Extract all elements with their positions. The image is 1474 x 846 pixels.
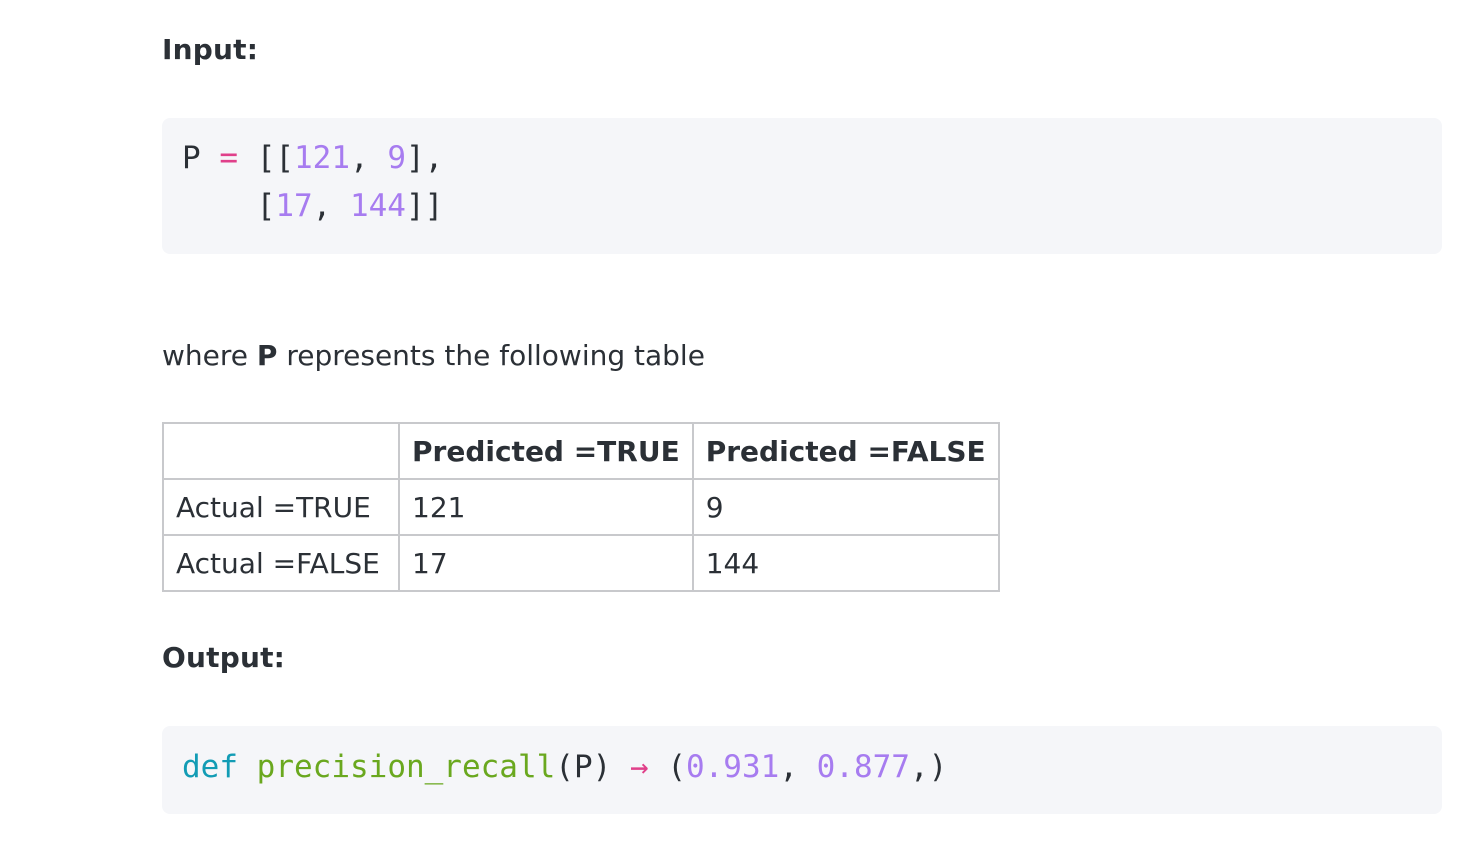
- description-text: where: [162, 339, 257, 372]
- table-header-cell: [162, 422, 400, 480]
- output-code-block: def precision_recall(P) → (0.931, 0.877,…: [162, 726, 1442, 814]
- code-separator: ,: [312, 188, 350, 224]
- table-cell: 17: [398, 534, 694, 592]
- input-heading: Input:: [162, 33, 259, 66]
- code-separator: ,: [779, 749, 817, 785]
- table-header-cell: Predicted =TRUE: [398, 422, 694, 480]
- table-cell: 121: [398, 478, 694, 536]
- table-header-row: Predicted =TRUE Predicted =FALSE: [162, 422, 1000, 480]
- code-line: def precision_recall(P) → (0.931, 0.877,…: [182, 747, 947, 787]
- table-header-cell: Predicted =FALSE: [691, 422, 1000, 480]
- code-bracket: ]]: [405, 188, 444, 224]
- code-function-name: precision_recall: [256, 749, 556, 785]
- description-bold: P: [256, 339, 278, 372]
- code-number: 144: [349, 188, 406, 224]
- code-separator: ,: [350, 140, 388, 176]
- code-variable: P: [182, 140, 201, 176]
- table-cell: 9: [691, 478, 1000, 536]
- code-line: [17, 144]]: [182, 186, 444, 226]
- table-row: Actual =TRUE 121 9: [162, 478, 1000, 536]
- table-description: where P represents the following table: [162, 336, 705, 376]
- description-text: represents the following table: [277, 339, 705, 372]
- code-bracket: [: [256, 188, 276, 224]
- code-bracket: ,): [909, 749, 948, 785]
- code-bracket: [[: [256, 140, 295, 176]
- table-cell: 144: [691, 534, 1000, 592]
- table-row: Actual =FALSE 17 144: [162, 534, 1000, 592]
- code-number: 121: [294, 140, 351, 176]
- code-bracket: (: [667, 749, 686, 785]
- table-row-label: Actual =TRUE: [162, 478, 400, 536]
- code-bracket: ],: [406, 140, 444, 176]
- code-keyword: def: [182, 749, 238, 785]
- code-number: 9: [387, 140, 407, 176]
- code-number: 17: [275, 188, 313, 224]
- output-heading: Output:: [162, 641, 286, 674]
- code-args: (P): [555, 749, 612, 785]
- code-line: P = [[121, 9],: [182, 138, 443, 178]
- table-row-label: Actual =FALSE: [162, 534, 400, 592]
- confusion-matrix-table: Predicted =TRUE Predicted =FALSE Actual …: [162, 422, 1000, 592]
- arrow-icon: →: [629, 749, 649, 785]
- code-number: 0.877: [816, 749, 910, 785]
- input-code-block: P = [[121, 9], [17, 144]]: [162, 118, 1442, 254]
- code-operator: =: [219, 140, 239, 176]
- code-number: 0.931: [685, 749, 780, 785]
